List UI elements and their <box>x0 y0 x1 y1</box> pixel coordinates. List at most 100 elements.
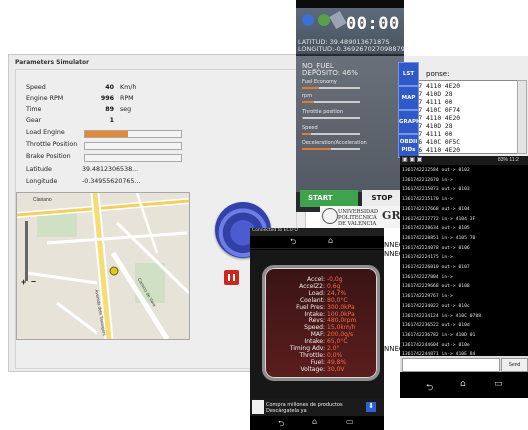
satellite-icon <box>329 10 347 30</box>
recent-apps-icon[interactable]: ▭ <box>494 379 503 389</box>
response-header: ponse: <box>426 70 450 78</box>
speed-bar <box>302 133 360 135</box>
university-banner: UNIVERSIDAD POLITECNICA DE VALENCIA GRC <box>320 206 409 228</box>
command-input[interactable] <box>402 358 500 372</box>
connection-status: Connected to ECU O <box>252 228 298 233</box>
status-bar: ▣ ▣ ▣ 83% 11:2 <box>400 156 528 165</box>
latitude-value: 39.4812306538... <box>82 166 139 173</box>
log-line: 1361742215170 in-> <box>402 197 453 203</box>
decel-accel-bar <box>302 148 360 150</box>
ad-line-2: Descárgatela ya <box>266 408 307 414</box>
rpm-unit: RPM <box>120 95 134 102</box>
university-name: UNIVERSIDAD POLITECNICA DE VALENCIA <box>338 209 379 227</box>
back-icon[interactable]: ⮌ <box>426 380 433 396</box>
log-line: 1361742224078 out-> 0106 <box>402 245 470 251</box>
log-line: 1361742217772 in-> 4104 3F <box>402 216 476 222</box>
map-label-clariano: Clariano <box>33 197 52 203</box>
university-logo-icon <box>322 208 338 224</box>
fuel-economy-label: Fuel Economy <box>302 79 337 85</box>
gear-label: Gear <box>26 117 42 124</box>
speed-unit: Km/h <box>120 84 137 91</box>
tank-level: DEPÓSITO: 46% <box>302 69 358 77</box>
gauge-value: 30,0V <box>327 365 345 373</box>
android-navbar: ⮌ ⌂ ▭ <box>250 416 384 430</box>
status-bar <box>296 0 404 8</box>
zoom-in-icon[interactable]: + <box>21 277 26 287</box>
download-arrow-icon[interactable]: ⬇ <box>366 402 376 412</box>
rpm-label: rpm <box>302 93 313 99</box>
simulator-map[interactable]: Clariano Avenida dels Tarongers Camino d… <box>16 192 190 340</box>
start-button[interactable]: START <box>300 190 358 207</box>
pause-button[interactable] <box>224 270 239 285</box>
gear-value: 1 <box>109 117 114 124</box>
load-engine-label: Load Engine <box>26 129 65 136</box>
log-line: 1361742234022 out-> 010c <box>402 303 470 309</box>
speed-label: Speed <box>26 84 46 91</box>
lst-button[interactable]: LST <box>398 62 419 86</box>
speed-label: Speed <box>302 125 318 131</box>
throttle-position-slider[interactable] <box>84 142 182 150</box>
home-icon[interactable]: ⌂ <box>328 236 333 245</box>
log-line: 1361742215073 out-> 0103 <box>402 187 470 193</box>
notification-icons: ▣ ▣ ▣ <box>402 157 423 163</box>
log-line: 1361742212584 out-> 0102 <box>402 168 470 173</box>
load-engine-slider[interactable] <box>84 130 182 138</box>
brake-position-slider[interactable] <box>84 154 182 162</box>
log-line: 1361742217668 out-> 0104 <box>402 206 470 212</box>
throttle-position-label: Throttle Position <box>26 141 78 148</box>
obdii-pids-button[interactable]: OBDII PIDs <box>398 134 419 158</box>
bluetooth-icon <box>302 14 314 26</box>
gauge-screen: Accel: -0,0g AccelZ2: 0,6g Load: 24,7% Coolant… <box>250 250 384 405</box>
log-line: 1361742227004 in-> <box>402 274 453 280</box>
battery-clock: 83% 11:2 <box>498 157 519 163</box>
wifi-icon <box>318 14 330 26</box>
status-bar: Connected to ECU O <box>250 228 384 236</box>
top-navbar: ⮌ ⌂ <box>250 236 384 249</box>
time-label: Time <box>26 106 42 113</box>
longitude-value: -0.34955620765... <box>82 178 141 185</box>
longitude-label: Longitude <box>26 178 58 185</box>
load-engine-fill <box>85 131 129 137</box>
stop-button[interactable]: STOP <box>362 190 402 207</box>
page-indicator <box>308 392 328 405</box>
clock: 00:00 <box>346 14 400 34</box>
log-line: 1361742212670 in-> <box>402 177 453 183</box>
zoom-track[interactable] <box>25 221 28 281</box>
log-line: 1361742229767 in-> <box>402 294 453 300</box>
log-line: 1361742224175 in-> <box>402 255 453 261</box>
pause-icon-bar <box>233 274 235 281</box>
log-line: 1361742236522 out-> 010d <box>402 323 470 329</box>
recent-apps-icon[interactable]: ▭ <box>346 417 354 426</box>
response-scrollbar[interactable] <box>517 80 527 154</box>
log-line: 1361742220634 out-> 0105 <box>402 226 470 232</box>
log-line: 1361742220851 in-> 4105 7B <box>402 235 476 241</box>
latitude-label: Latitude <box>26 166 52 173</box>
graphs-button[interactable]: GRAPHS <box>398 110 425 134</box>
android-navbar: ⮌ ⌂ ▭ <box>400 374 528 398</box>
gauge-panel: Accel: -0,0g AccelZ2: 0,6g Load: 24,7% Coolant… <box>262 265 380 381</box>
ad-text: Compra millones de productos Descárgatel… <box>266 402 343 414</box>
decel-accel-label: Deceleration/Acceleration <box>302 140 367 146</box>
home-icon[interactable]: ⌂ <box>460 379 466 389</box>
phone-gauges: Connected to ECU O ⮌ ⌂ Accel: -0,0g AccelZ… <box>250 228 384 430</box>
phone-dashboard: 00:00 LATITUD: 39.48901367187S LONGITUD:… <box>296 0 404 212</box>
log-line: 1361742236782 in-> 410D 01 <box>402 332 476 338</box>
time-value: 89 <box>105 106 114 113</box>
amazon-logo <box>252 400 264 414</box>
simulator-title: Parameters Simulator <box>15 59 90 66</box>
response-list[interactable]: 8:17 4110 4E20 8:17 410D 28 8:17 4111 00… <box>404 80 518 154</box>
back-icon[interactable]: ⮌ <box>278 418 284 430</box>
gps-longitude: LONGITUD:-0.36926702709887935 <box>298 45 404 53</box>
fuel-economy-bar <box>302 87 360 89</box>
map-button[interactable]: MAP <box>398 86 419 110</box>
rpm-bar <box>302 101 360 103</box>
home-icon[interactable]: ⌂ <box>312 417 317 426</box>
pause-icon-bar <box>228 274 230 281</box>
brake-position-label: Brake Position <box>26 153 71 160</box>
send-button[interactable]: Send <box>501 358 528 372</box>
back-icon[interactable]: ⮌ <box>290 236 296 250</box>
throttle-label: Throttle position <box>302 109 344 115</box>
gauge-label: Voltage: <box>300 365 325 373</box>
dashboard-body: NO_FUEL DEPÓSITO: 46% Fuel Economy rpm T… <box>296 56 404 192</box>
zoom-out-icon[interactable]: – <box>31 276 36 286</box>
